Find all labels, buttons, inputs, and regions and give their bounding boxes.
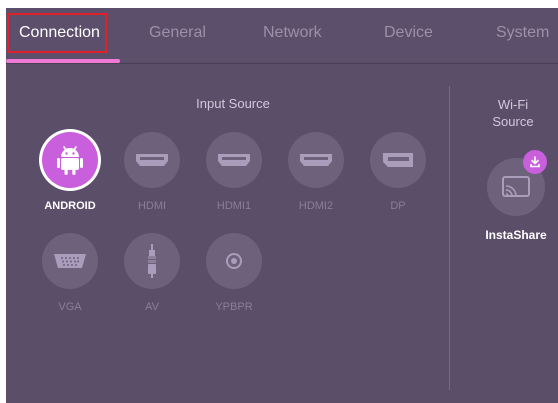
source-vga-button[interactable] bbox=[42, 233, 98, 289]
source-label: AV bbox=[145, 301, 159, 313]
source-label: HDMI bbox=[137, 200, 167, 212]
android-icon bbox=[57, 146, 83, 175]
tab-general[interactable]: General bbox=[149, 8, 206, 58]
tab-system[interactable]: System bbox=[496, 8, 549, 58]
source-android[interactable]: ANDROID bbox=[30, 132, 110, 212]
tab-network[interactable]: Network bbox=[263, 8, 322, 58]
ypbpr-jack-icon bbox=[226, 253, 242, 269]
source-hdmi2-button[interactable] bbox=[288, 132, 344, 188]
download-icon bbox=[530, 156, 540, 168]
source-av-button[interactable] bbox=[124, 233, 180, 289]
tab-divider bbox=[6, 63, 558, 64]
hdmi-port-icon bbox=[218, 154, 250, 166]
hdmi-port-icon bbox=[300, 154, 332, 166]
instashare-button[interactable] bbox=[487, 150, 547, 216]
instashare-label: InstaShare bbox=[485, 228, 547, 242]
source-dp-button[interactable] bbox=[370, 132, 426, 188]
source-dp[interactable]: DP bbox=[358, 132, 438, 212]
wifi-source-title: Wi-Fi Source bbox=[474, 96, 552, 130]
vga-port-icon bbox=[54, 254, 86, 268]
av-cable-icon bbox=[148, 244, 156, 278]
download-badge bbox=[523, 150, 547, 174]
source-hdmi1-button[interactable] bbox=[206, 132, 262, 188]
cast-screen-icon bbox=[502, 176, 530, 197]
source-instashare[interactable]: InstaShare bbox=[476, 150, 556, 242]
source-hdmi2[interactable]: HDMI2 bbox=[276, 132, 356, 212]
source-hdmi1[interactable]: HDMI1 bbox=[194, 132, 274, 212]
source-label: YPBPR bbox=[215, 301, 253, 313]
source-label: DP bbox=[390, 200, 406, 212]
wifi-source-title-line2: Source bbox=[492, 114, 534, 129]
tab-device[interactable]: Device bbox=[384, 8, 433, 58]
source-av[interactable]: AV bbox=[112, 233, 192, 313]
source-label: HDMI1 bbox=[216, 200, 252, 212]
tab-highlight-box bbox=[7, 13, 107, 53]
section-divider bbox=[449, 86, 450, 390]
source-label: HDMI2 bbox=[298, 200, 334, 212]
source-label: VGA bbox=[58, 301, 82, 313]
source-hdmi[interactable]: HDMI bbox=[112, 132, 192, 212]
hdmi-port-icon bbox=[136, 154, 168, 166]
displayport-icon bbox=[383, 153, 413, 167]
tab-bar: Connection General Network Device System bbox=[6, 8, 558, 64]
input-source-title: Input Source bbox=[196, 96, 270, 111]
wifi-source-title-line1: Wi-Fi bbox=[497, 97, 529, 112]
source-label: ANDROID bbox=[44, 200, 96, 212]
source-hdmi-button[interactable] bbox=[124, 132, 180, 188]
source-ypbpr[interactable]: YPBPR bbox=[194, 233, 274, 313]
settings-panel: Connection General Network Device System… bbox=[6, 8, 558, 403]
source-android-button[interactable] bbox=[42, 132, 98, 188]
source-vga[interactable]: VGA bbox=[30, 233, 110, 313]
source-ypbpr-button[interactable] bbox=[206, 233, 262, 289]
